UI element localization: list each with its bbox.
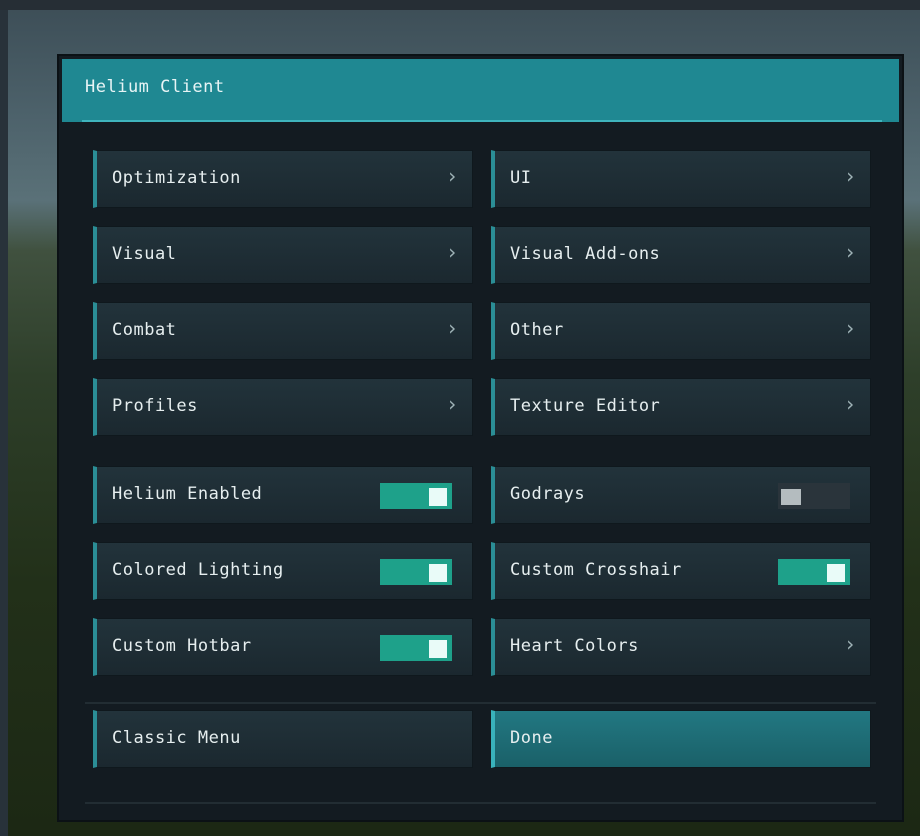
toggle-knob: [827, 564, 845, 582]
bottom-divider: [85, 802, 876, 804]
profiles-button[interactable]: Profiles ›: [93, 378, 473, 436]
combat-button[interactable]: Combat ›: [93, 302, 473, 360]
chevron-right-icon: ›: [843, 392, 856, 416]
colored-lighting-label: Colored Lighting: [112, 560, 284, 580]
toggle-knob: [781, 489, 801, 505]
visual-addons-button[interactable]: Visual Add-ons ›: [491, 226, 871, 284]
done-label: Done: [510, 728, 553, 748]
helium-enabled-toggle[interactable]: [380, 483, 452, 509]
other-label: Other: [510, 320, 564, 340]
texture-editor-label: Texture Editor: [510, 396, 661, 416]
header-underline: [82, 120, 882, 122]
visual-addons-label: Visual Add-ons: [510, 244, 661, 264]
chevron-right-icon: ›: [843, 164, 856, 188]
optimization-label: Optimization: [112, 168, 241, 188]
chevron-right-icon: ›: [843, 316, 856, 340]
classic-menu-button[interactable]: Classic Menu: [93, 710, 473, 768]
other-button[interactable]: Other ›: [491, 302, 871, 360]
chevron-right-icon: ›: [445, 316, 458, 340]
custom-hotbar-toggle[interactable]: [380, 635, 452, 661]
footer-divider: [85, 702, 876, 704]
chevron-right-icon: ›: [843, 240, 856, 264]
background-top-bar: [0, 0, 920, 10]
helium-enabled-row[interactable]: Helium Enabled: [93, 466, 473, 524]
heart-colors-label: Heart Colors: [510, 636, 639, 656]
heart-colors-button[interactable]: Heart Colors ›: [491, 618, 871, 676]
classic-menu-label: Classic Menu: [112, 728, 241, 748]
chevron-right-icon: ›: [445, 392, 458, 416]
toggle-knob: [429, 488, 447, 506]
colored-lighting-toggle[interactable]: [380, 559, 452, 585]
panel-header: Helium Client: [62, 59, 899, 122]
godrays-row[interactable]: Godrays: [491, 466, 871, 524]
texture-editor-button[interactable]: Texture Editor ›: [491, 378, 871, 436]
colored-lighting-row[interactable]: Colored Lighting: [93, 542, 473, 600]
settings-panel: Helium Client Optimization › UI › Visual…: [57, 54, 904, 822]
custom-hotbar-row[interactable]: Custom Hotbar: [93, 618, 473, 676]
ui-button[interactable]: UI ›: [491, 150, 871, 208]
combat-label: Combat: [112, 320, 177, 340]
custom-crosshair-row[interactable]: Custom Crosshair: [491, 542, 871, 600]
toggle-knob: [429, 564, 447, 582]
background-left-edge: [0, 10, 8, 836]
panel-title: Helium Client: [85, 77, 225, 97]
custom-crosshair-toggle[interactable]: [778, 559, 850, 585]
ui-label: UI: [510, 168, 532, 188]
chevron-right-icon: ›: [843, 632, 856, 656]
helium-enabled-label: Helium Enabled: [112, 484, 263, 504]
toggle-knob: [429, 640, 447, 658]
custom-crosshair-label: Custom Crosshair: [510, 560, 682, 580]
godrays-label: Godrays: [510, 484, 586, 504]
profiles-label: Profiles: [112, 396, 198, 416]
custom-hotbar-label: Custom Hotbar: [112, 636, 252, 656]
visual-label: Visual: [112, 244, 177, 264]
done-button[interactable]: Done: [491, 710, 871, 768]
godrays-toggle[interactable]: [778, 483, 850, 509]
optimization-button[interactable]: Optimization ›: [93, 150, 473, 208]
chevron-right-icon: ›: [445, 164, 458, 188]
chevron-right-icon: ›: [445, 240, 458, 264]
visual-button[interactable]: Visual ›: [93, 226, 473, 284]
